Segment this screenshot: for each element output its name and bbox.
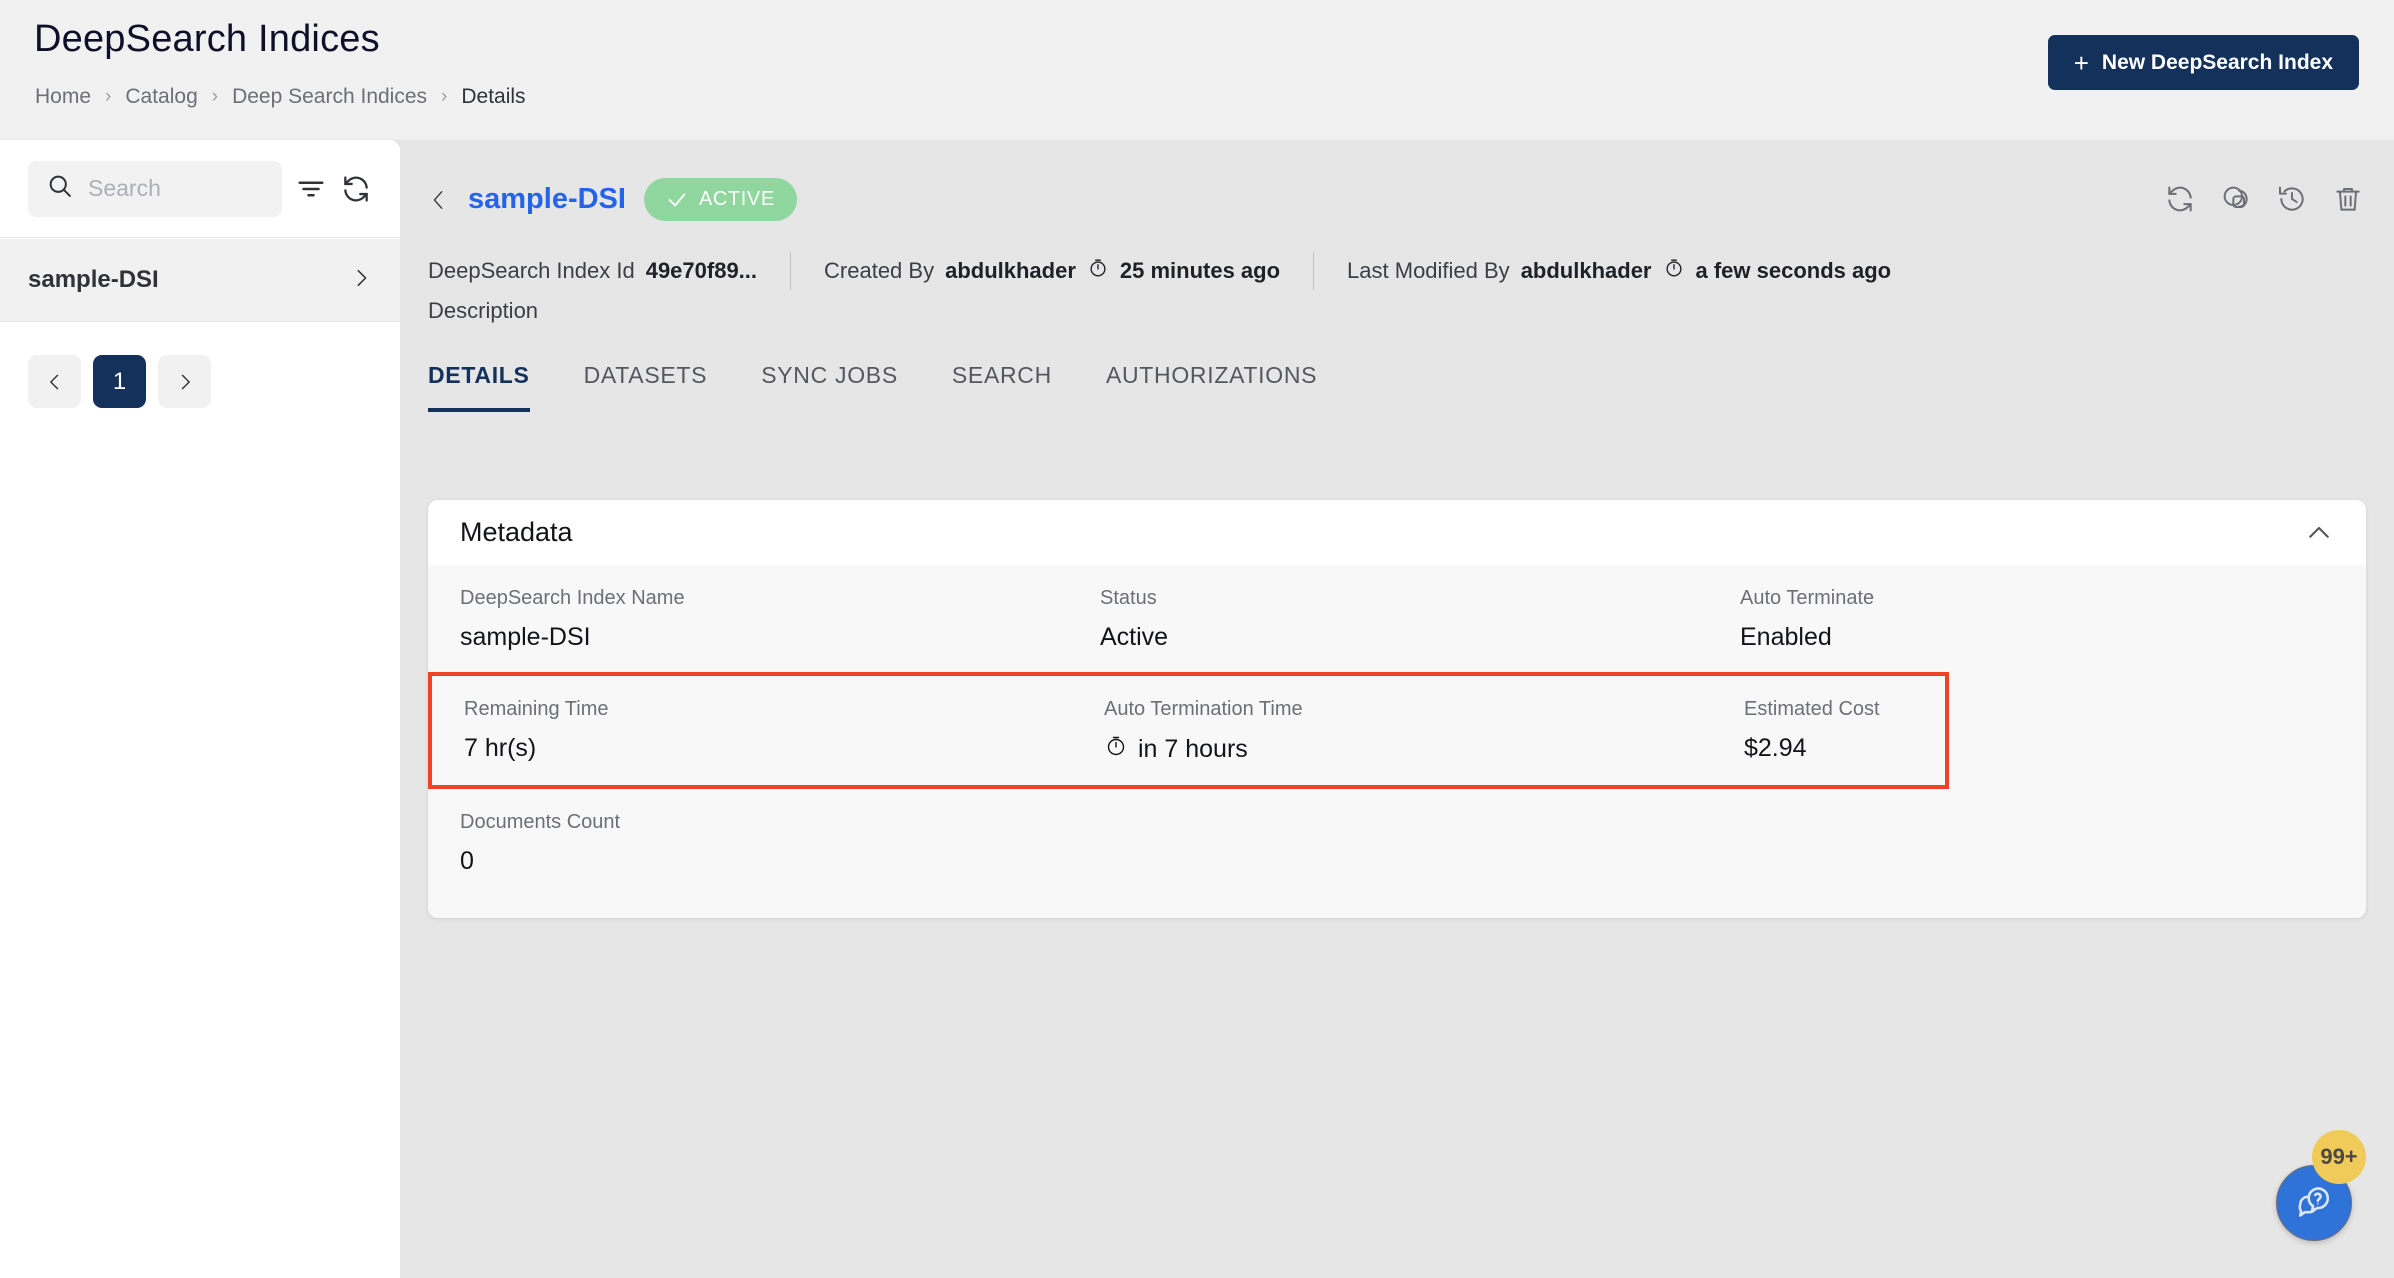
sidebar-search-row [0,140,400,238]
metadata-field: Estimated Cost $2.94 [1744,698,1913,765]
main-content: sample-DSI ACTIVE DeepSearch Index Id 49… [400,140,2394,1278]
breadcrumb: Home › Catalog › Deep Search Indices › D… [35,85,526,109]
field-value: 0 [460,847,474,875]
tab-details[interactable]: DETAILS [428,362,530,412]
field-value-text: in 7 hours [1138,735,1248,763]
chat-unread-badge: 99+ [2312,1130,2366,1184]
clock-icon [1104,734,1128,765]
detail-meta-line: DeepSearch Index Id 49e70f89... Created … [428,252,1891,290]
field-value: $2.94 [1744,734,1807,762]
chevron-right-icon: › [105,85,112,107]
sidebar-item-sample-dsi[interactable]: sample-DSI [0,239,400,322]
index-id-value: 49e70f89... [645,258,758,283]
tab-bar: DETAILS DATASETS SYNC JOBS SEARCH AUTHOR… [428,362,1317,412]
pagination-next-button[interactable] [158,355,211,408]
description-label: Description [428,298,539,323]
field-label: Estimated Cost [1744,698,1880,720]
metadata-row: Documents Count 0 [428,789,2366,918]
last-modified-label: Last Modified By [1347,258,1510,283]
metadata-card-header: Metadata [428,500,2366,565]
refresh-icon[interactable] [340,173,372,205]
chat-question-icon [2298,1187,2330,1217]
last-modified-value: abdulkhader [1520,258,1652,283]
field-label: Status [1100,587,1157,609]
status-badge: ACTIVE [643,178,797,221]
breadcrumb-item-deep-search-indices[interactable]: Deep Search Indices [232,85,427,109]
created-by-label: Created By [824,258,935,283]
duplicate-icon[interactable] [2220,183,2252,215]
created-by-value: abdulkhader [945,258,1076,283]
top-header: DeepSearch Indices Home › Catalog › Deep… [0,0,2394,140]
field-value-with-icon: in 7 hours [1104,734,1744,765]
breadcrumb-item-details: Details [461,85,526,108]
clock-icon [1663,257,1685,285]
tab-sync-jobs[interactable]: SYNC JOBS [761,362,898,412]
pagination-prev-button[interactable] [28,355,81,408]
metadata-field: Auto Terminate Enabled [1740,587,2334,652]
search-box[interactable] [28,160,282,217]
metadata-field: Remaining Time 7 hr(s) [464,698,1104,765]
index-id-group: DeepSearch Index Id 49e70f89... [428,258,757,284]
check-icon [668,193,686,206]
plus-icon: + [2073,47,2089,78]
chevron-right-icon: › [211,85,219,107]
last-modified-group: Last Modified By abdulkhader a few secon… [1347,257,1891,285]
metadata-field: Documents Count 0 [460,811,1100,876]
field-label: Auto Terminate [1740,587,1875,609]
new-deepsearch-index-button[interactable]: + New DeepSearch Index [2047,35,2359,90]
sync-icon[interactable] [2164,183,2196,215]
sidebar-item-label: sample-DSI [28,266,159,293]
field-value: Enabled [1740,623,1832,651]
field-value: Active [1100,623,1169,651]
chevron-up-icon[interactable] [2304,518,2334,548]
metadata-row: DeepSearch Index Name sample-DSI Status … [428,565,2366,672]
pagination: 1 [28,355,211,408]
sidebar: sample-DSI 1 [0,140,400,1278]
field-label: Remaining Time [464,698,609,720]
back-chevron-icon[interactable] [428,187,450,213]
detail-header: sample-DSI ACTIVE [428,178,797,221]
field-label: DeepSearch Index Name [460,587,685,609]
metadata-field: Auto Termination Time in 7 hours [1104,698,1744,765]
history-icon[interactable] [2276,183,2308,215]
detail-header-actions [2164,183,2364,215]
breadcrumb-item-catalog[interactable]: Catalog [125,85,197,109]
breadcrumb-item-home[interactable]: Home [35,85,91,109]
field-label: Auto Termination Time [1104,698,1303,720]
filter-icon[interactable] [296,174,326,204]
chevron-right-icon: › [441,85,448,107]
page-title: DeepSearch Indices [34,18,380,60]
field-value: sample-DSI [460,623,591,651]
divider [1313,252,1315,290]
search-input[interactable] [88,175,264,202]
status-badge-label: ACTIVE [698,188,775,210]
detail-title[interactable]: sample-DSI [468,183,626,216]
index-id-label: DeepSearch Index Id [428,258,635,283]
delete-icon[interactable] [2332,183,2364,215]
new-deepsearch-index-label: New DeepSearch Index [2101,50,2333,74]
created-time-value: 25 minutes ago [1119,258,1281,283]
metadata-card-title: Metadata [460,517,573,547]
pagination-page-1-button[interactable]: 1 [93,355,146,408]
tab-datasets[interactable]: DATASETS [584,362,708,412]
clock-icon [1087,257,1109,285]
field-value: 7 hr(s) [464,734,537,762]
chevron-right-icon [350,267,372,294]
metadata-field: DeepSearch Index Name sample-DSI [460,587,1100,652]
last-modified-time-value: a few seconds ago [1695,258,1892,283]
metadata-field: Status Active [1100,587,1740,652]
tab-authorizations[interactable]: AUTHORIZATIONS [1106,362,1317,412]
field-label: Documents Count [460,811,621,833]
created-by-group: Created By abdulkhader 25 minutes ago [824,257,1280,285]
divider [790,252,792,290]
search-icon [46,172,74,205]
tab-search[interactable]: SEARCH [952,362,1052,412]
metadata-row-highlighted: Remaining Time 7 hr(s) Auto Termination … [428,672,1949,789]
metadata-card: Metadata DeepSearch Index Name sample-DS… [428,500,2366,918]
